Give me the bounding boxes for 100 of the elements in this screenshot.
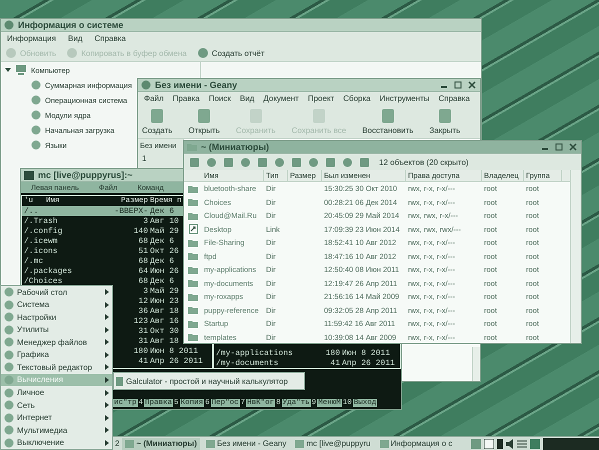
file-row[interactable]: /Choices 68 Дек 6: [22, 276, 183, 286]
file-row[interactable]: 123 Авг 16: [113, 316, 183, 326]
file-row[interactable]: /.packages 64 Июн 26: [22, 266, 183, 276]
menu-item[interactable]: Инструменты: [380, 94, 430, 103]
menu-item[interactable]: Выключение: [1, 436, 112, 449]
square-icon: [149, 108, 166, 124]
menu-item[interactable]: Мультимедиа: [1, 424, 112, 436]
menu-item[interactable]: Менеджер файлов: [1, 336, 112, 349]
file-row[interactable]: /.Trash 3 Авг 10: [22, 216, 183, 226]
menu-item[interactable]: Правка: [172, 94, 200, 103]
toolbar-button[interactable]: Восстановить: [362, 108, 414, 135]
file-name: /.icewm: [24, 236, 58, 246]
menu-item[interactable]: Текстовый редактор: [1, 361, 112, 374]
file-time: Дек 6: [150, 206, 174, 216]
square-icon: [436, 108, 453, 124]
file-row[interactable]: /.. -ВВЕРХ- Дек 6: [22, 206, 183, 216]
menu-item[interactable]: Вид: [68, 34, 82, 43]
file-row[interactable]: 31 Авг 18: [113, 336, 183, 346]
app-icon: [4, 350, 14, 360]
menu-item[interactable]: Интернет: [1, 411, 112, 424]
menu-item[interactable]: Файл: [144, 94, 164, 103]
file-row[interactable]: /.mc 68 Дек 6: [22, 256, 183, 266]
menu-item[interactable]: Система: [1, 298, 112, 312]
close-button[interactable]: [467, 80, 477, 90]
app-icon: [141, 80, 151, 90]
file-size: 68: [138, 276, 148, 286]
menu-item[interactable]: Проект: [308, 94, 334, 103]
file-row[interactable]: 12 Июн 23: [113, 296, 183, 306]
file-row[interactable]: /.icons 51 Окт 26: [22, 246, 183, 256]
link-file-icon: [188, 224, 198, 234]
file-row[interactable]: 180 Июн 8 2011: [113, 346, 212, 356]
scrollbar[interactable]: [472, 347, 480, 381]
taskbar-button[interactable]: mc [live@puppyru: [292, 438, 374, 450]
taskbar-button[interactable]: Без имени - Geany: [202, 438, 290, 450]
file-row[interactable]: 3 Май 29: [113, 286, 183, 296]
file-row[interactable]: 41 Апр 26 2011: [113, 356, 212, 366]
file-row[interactable]: /.config 140 Май 29: [22, 226, 183, 236]
circle-icon: [31, 95, 41, 105]
expander-icon[interactable]: [5, 67, 11, 73]
file-time: Авг 18: [150, 306, 179, 316]
workspace-number[interactable]: 2: [115, 439, 120, 448]
calculator-icon: [116, 376, 123, 386]
close-button[interactable]: [568, 142, 578, 152]
menu-item[interactable]: Рабочий стол: [1, 286, 112, 299]
circle-icon: [196, 47, 209, 59]
file-size: 41: [330, 358, 340, 368]
menu-item[interactable]: Утилиты: [1, 324, 112, 336]
file-size: 123: [134, 316, 148, 326]
scrollbar[interactable]: [571, 170, 580, 343]
menu-item[interactable]: Личное: [1, 386, 112, 399]
circle-icon: [31, 110, 41, 120]
menu-item[interactable]: Вид: [240, 94, 254, 103]
menu-item[interactable]: Графика: [1, 348, 112, 362]
menu-item[interactable]: Поиск: [208, 94, 231, 103]
file-time: Окт 30: [150, 326, 179, 336]
file-size: 12: [138, 296, 148, 306]
app-icon: [4, 362, 14, 372]
maximize-button[interactable]: [554, 142, 564, 152]
file-name: /.icons: [24, 246, 58, 256]
toolbar-button[interactable]: Закрыть: [429, 108, 460, 135]
window-icon: [380, 440, 388, 448]
menu-item[interactable]: Справка: [438, 94, 470, 103]
app-icon: [4, 300, 14, 310]
app-icon: [4, 388, 14, 398]
file-time: Июн 26: [150, 266, 179, 276]
taskbar-button[interactable]: Информация о с: [376, 438, 456, 450]
file-row[interactable]: /my-applications 180 Июн 8 2011: [214, 348, 400, 358]
file-time: Окт 26: [150, 246, 179, 256]
toolbar-button[interactable]: Создать: [142, 108, 172, 135]
toolbar-button[interactable]: Открыть: [188, 108, 220, 135]
square-icon: [310, 108, 327, 124]
window-title: mc [live@puppyrus]:~: [38, 170, 133, 180]
menu-item[interactable]: Документ: [263, 94, 299, 103]
file-row[interactable]: /.icewm 68 Дек 6: [22, 236, 183, 246]
file-name: /Choices: [24, 276, 62, 286]
file-size: 36: [138, 306, 148, 316]
menu-item[interactable]: Справка: [94, 34, 126, 43]
toolbar-button[interactable]: Создать отчёт: [196, 47, 265, 59]
close-icon: [569, 143, 577, 151]
file-row[interactable]: 36 Авг 18: [113, 306, 183, 316]
file-time: Дек 6: [150, 256, 174, 266]
window-title: ~ (Миниатюры): [201, 142, 270, 152]
menu-item[interactable]: Сеть: [1, 398, 112, 412]
taskbar-button[interactable]: ~ (Миниатюры): [122, 438, 200, 450]
menu-item[interactable]: Сборка: [343, 94, 371, 103]
menu-item[interactable]: Настройки: [1, 311, 112, 324]
app-icon: [4, 400, 14, 410]
maximize-button[interactable]: [453, 80, 463, 90]
file-row[interactable]: /my-documents 41 Апр 26 2011: [214, 358, 400, 368]
file-time: Дек 6: [150, 236, 174, 246]
speaker-icon[interactable]: [506, 438, 514, 448]
maximize-icon: [555, 143, 563, 151]
file-name: /.packages: [24, 266, 72, 276]
file-time: Май 29: [150, 226, 179, 236]
file-size: 64: [138, 266, 148, 276]
menu-item[interactable]: Galculator - простой и научный калькулятор: [116, 375, 302, 387]
file-time: Июн 8 2011: [342, 348, 390, 358]
menu-item[interactable]: Информация: [7, 34, 56, 43]
clock-display-drawing: [543, 438, 599, 450]
file-row[interactable]: 31 Окт 30: [113, 326, 183, 336]
